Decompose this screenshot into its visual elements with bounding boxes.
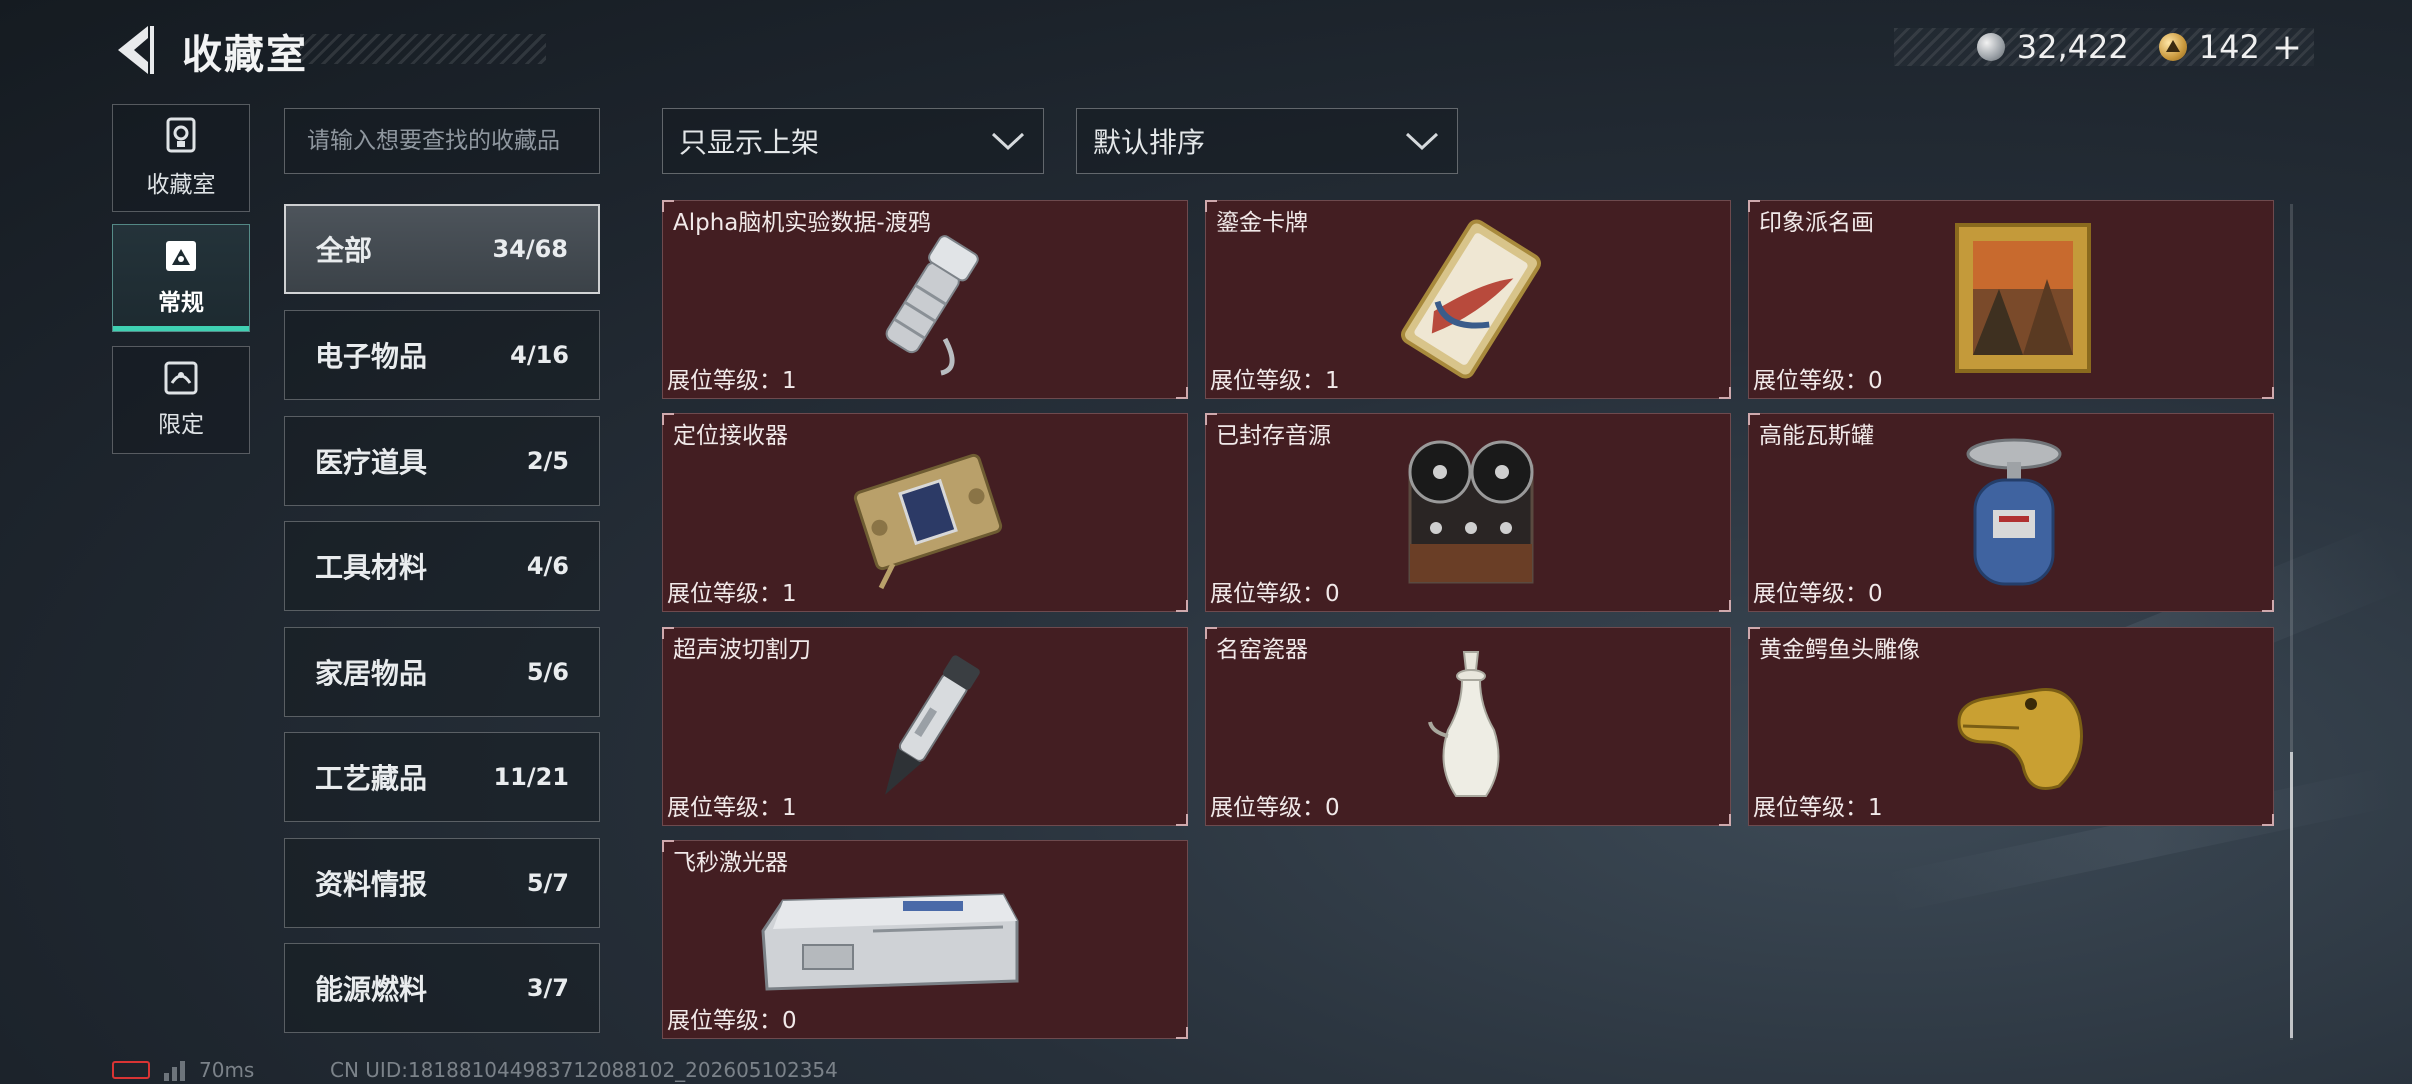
signal-icon bbox=[164, 1059, 185, 1081]
sort-order-dropdown[interactable]: 默认排序 bbox=[1076, 108, 1458, 174]
battery-icon bbox=[112, 1061, 150, 1079]
item-level: 展位等级：0 bbox=[1753, 581, 1883, 607]
category-count: 4/16 bbox=[510, 341, 569, 369]
item-level: 展位等级：1 bbox=[667, 368, 797, 394]
tab-label: 收藏室 bbox=[146, 172, 216, 198]
gold-coin-icon bbox=[2158, 33, 2187, 61]
item-name: 印象派名画 bbox=[1759, 210, 1874, 236]
item-name: 高能瓦斯罐 bbox=[1759, 423, 1874, 449]
trophy-icon bbox=[165, 117, 197, 155]
uid-text: CN UID:181881044983712088102_20260510235… bbox=[330, 1058, 838, 1082]
category-count: 5/6 bbox=[526, 658, 569, 686]
item-card[interactable]: 超声波切割刀 展位等级：1 bbox=[662, 627, 1188, 826]
image-icon bbox=[164, 239, 198, 273]
item-name: 定位接收器 bbox=[673, 423, 788, 449]
add-currency-button[interactable]: + bbox=[2272, 27, 2302, 68]
item-card[interactable]: 高能瓦斯罐 展位等级：0 bbox=[1748, 413, 2274, 612]
category-intel[interactable]: 资料情报 5/7 bbox=[284, 838, 600, 928]
category-name: 资料情报 bbox=[315, 868, 428, 901]
category-count: 5/7 bbox=[526, 869, 569, 897]
page-title: 收藏室 bbox=[182, 32, 308, 78]
tab-label: 常规 bbox=[158, 290, 204, 316]
display-filter-dropdown[interactable]: 只显示上架 bbox=[662, 108, 1044, 174]
item-name: 超声波切割刀 bbox=[673, 637, 811, 663]
scrollbar-thumb[interactable] bbox=[2290, 752, 2293, 1038]
item-card[interactable]: 黄金鳄鱼头雕像 展位等级：1 bbox=[1748, 627, 2274, 826]
category-electronics[interactable]: 电子物品 4/16 bbox=[284, 310, 600, 400]
silver-coin-icon bbox=[1976, 33, 2005, 61]
category-tools[interactable]: 工具材料 4/6 bbox=[284, 521, 600, 611]
item-card[interactable]: 鎏金卡牌 展位等级：1 bbox=[1205, 200, 1731, 399]
laser-device-icon bbox=[761, 893, 1019, 991]
item-name: 鎏金卡牌 bbox=[1216, 210, 1308, 236]
category-count: 2/5 bbox=[526, 447, 569, 475]
item-level: 展位等级：0 bbox=[667, 1008, 797, 1034]
status-bar: 70ms bbox=[112, 1056, 254, 1084]
display-filter-value: 只显示上架 bbox=[679, 126, 820, 159]
chevron-down-icon bbox=[991, 132, 1025, 151]
category-medical[interactable]: 医疗道具 2/5 bbox=[284, 416, 600, 506]
flashlight-icon bbox=[885, 235, 979, 376]
chevron-down-icon bbox=[1405, 132, 1439, 151]
item-level: 展位等级：1 bbox=[667, 795, 797, 821]
gold-currency-value: 142 bbox=[2198, 28, 2260, 66]
gilded-card-icon bbox=[1401, 219, 1541, 379]
category-all[interactable]: 全部 34/68 bbox=[284, 204, 600, 294]
silver-currency-value: 32,422 bbox=[2016, 28, 2129, 66]
title-decoration bbox=[300, 34, 546, 64]
item-level: 展位等级：1 bbox=[667, 581, 797, 607]
category-household[interactable]: 家居物品 5/6 bbox=[284, 627, 600, 717]
item-card[interactable]: 名窑瓷器 展位等级：0 bbox=[1205, 627, 1731, 826]
category-name: 家居物品 bbox=[315, 657, 428, 690]
tab-regular[interactable]: 常规 bbox=[112, 224, 250, 332]
ultrasonic-knife-icon bbox=[885, 655, 980, 795]
receiver-icon bbox=[853, 453, 1003, 590]
back-arrow-icon bbox=[118, 26, 154, 74]
item-card[interactable]: 已封存音源 展位等级：0 bbox=[1205, 413, 1731, 612]
item-grid: Alpha脑机实验数据-渡鸦 展位等级：1 鎏金卡牌 展位等级：1 印象派名画 … bbox=[662, 200, 2274, 1040]
gold-crocodile-icon bbox=[1957, 688, 2083, 790]
painting-icon bbox=[1955, 223, 2091, 373]
category-name: 能源燃料 bbox=[315, 973, 428, 1006]
tab-collection-room[interactable]: 收藏室 bbox=[112, 104, 250, 212]
item-name: 黄金鳄鱼头雕像 bbox=[1759, 637, 1920, 663]
item-card[interactable]: Alpha脑机实验数据-渡鸦 展位等级：1 bbox=[662, 200, 1188, 399]
category-count: 3/7 bbox=[526, 974, 569, 1002]
currency-bar: 32,422 142 + bbox=[1894, 27, 2314, 68]
tab-label: 限定 bbox=[158, 412, 204, 438]
tab-limited[interactable]: 限定 bbox=[112, 346, 250, 454]
gas-tank-icon bbox=[1966, 438, 2062, 586]
category-count: 34/68 bbox=[492, 235, 568, 263]
item-level: 展位等级：0 bbox=[1753, 368, 1883, 394]
category-name: 工具材料 bbox=[315, 551, 428, 584]
category-count: 11/21 bbox=[493, 763, 569, 791]
ping-value: 70ms bbox=[199, 1058, 255, 1082]
item-level: 展位等级：0 bbox=[1210, 581, 1340, 607]
category-fuel[interactable]: 能源燃料 3/7 bbox=[284, 943, 600, 1033]
category-crafts[interactable]: 工艺藏品 11/21 bbox=[284, 732, 600, 822]
item-level: 展位等级：1 bbox=[1210, 368, 1340, 394]
item-card[interactable]: 印象派名画 展位等级：0 bbox=[1748, 200, 2274, 399]
reel-recorder-icon bbox=[1408, 440, 1534, 584]
item-level: 展位等级：0 bbox=[1210, 795, 1340, 821]
porcelain-vase-icon bbox=[1428, 651, 1500, 797]
item-level: 展位等级：1 bbox=[1753, 795, 1883, 821]
category-name: 全部 bbox=[316, 234, 373, 267]
limited-icon bbox=[164, 361, 198, 395]
category-name: 医疗道具 bbox=[315, 446, 428, 479]
item-name: 名窑瓷器 bbox=[1216, 637, 1308, 663]
category-count: 4/6 bbox=[526, 552, 569, 580]
category-name: 电子物品 bbox=[315, 340, 428, 373]
back-button[interactable] bbox=[110, 22, 158, 78]
item-card[interactable]: 飞秒激光器 展位等级：0 bbox=[662, 840, 1188, 1039]
category-name: 工艺藏品 bbox=[315, 762, 428, 795]
item-name: 已封存音源 bbox=[1216, 423, 1331, 449]
search-input[interactable] bbox=[284, 108, 600, 174]
sort-order-value: 默认排序 bbox=[1093, 126, 1206, 159]
item-card[interactable]: 定位接收器 展位等级：1 bbox=[662, 413, 1188, 612]
